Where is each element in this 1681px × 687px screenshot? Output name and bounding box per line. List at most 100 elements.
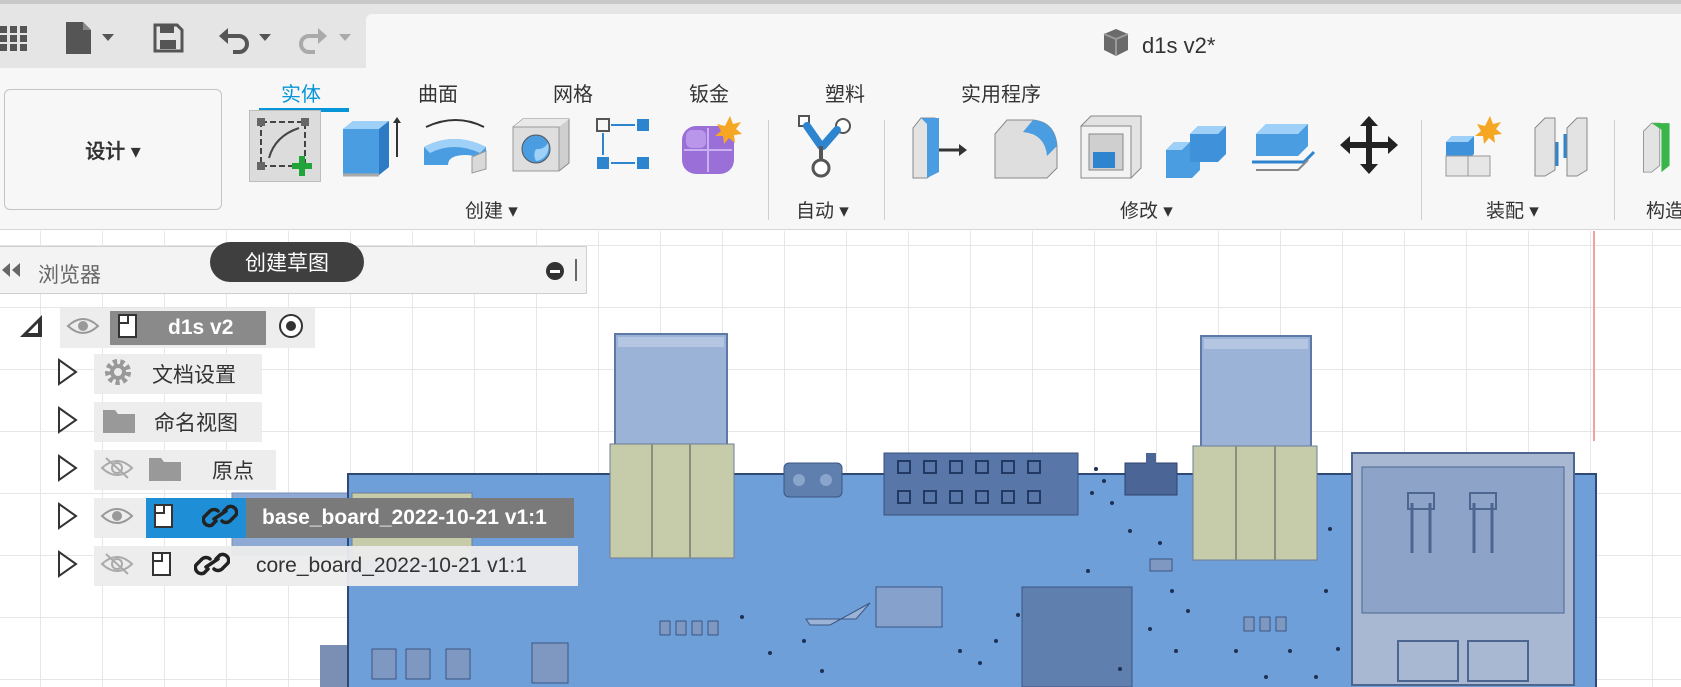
tree-item-label: 命名视图: [154, 412, 238, 435]
extrude-icon: [343, 117, 401, 177]
gear-icon: [102, 356, 134, 393]
tab-plastic[interactable]: 塑料: [825, 78, 865, 107]
link-icon: [193, 549, 231, 584]
panel-resize-handle[interactable]: [575, 259, 577, 281]
toolbar-separator: [1614, 120, 1615, 220]
offset-face-icon: [1252, 124, 1316, 171]
minimize-panel-icon[interactable]: [545, 261, 565, 286]
move-copy-button[interactable]: [1333, 110, 1405, 182]
tree-item-chip[interactable]: 命名视图: [94, 402, 262, 442]
pattern-button[interactable]: [590, 110, 662, 182]
tab-solid[interactable]: 实体: [281, 78, 321, 107]
collapse-panel-icon[interactable]: [0, 261, 22, 284]
tree-item-origin[interactable]: 原点: [56, 450, 276, 490]
tree-root-chip[interactable]: d1s v2: [60, 308, 315, 348]
automate-icon: [798, 115, 851, 178]
tree-item-label: 文档设置: [152, 364, 236, 387]
revolve-icon: [424, 119, 487, 174]
offset-plane-button[interactable]: [1632, 110, 1681, 182]
tab-utilities[interactable]: 实用程序: [961, 78, 1041, 107]
combine-button[interactable]: [1161, 110, 1233, 182]
offset-face-button[interactable]: [1247, 110, 1319, 182]
shell-icon: [1080, 115, 1142, 179]
toolbar-separator: [768, 120, 769, 220]
tree-item-chip[interactable]: 文档设置: [94, 354, 262, 394]
revolve-button[interactable]: [419, 110, 491, 182]
file-menu-icon[interactable]: [62, 16, 120, 60]
shell-button[interactable]: [1075, 110, 1147, 182]
app-bar: d1s v2*: [0, 0, 1681, 72]
press-pull-button[interactable]: [904, 110, 976, 182]
document-title-text: d1s v2*: [1142, 33, 1216, 58]
tree-item-named-views[interactable]: 命名视图: [56, 402, 262, 442]
collapse-triangle-icon[interactable]: [18, 313, 44, 344]
selection-highlight[interactable]: [146, 498, 246, 538]
fillet-button[interactable]: [990, 110, 1062, 182]
offset-plane-icon: [1643, 122, 1670, 173]
browser-title: 浏览器: [38, 264, 101, 287]
tree-item-chip[interactable]: 原点: [94, 450, 276, 490]
automate-button[interactable]: [790, 110, 862, 182]
expand-arrow-icon[interactable]: [56, 453, 80, 488]
tab-surface[interactable]: 曲面: [418, 78, 458, 107]
ribbon-toolbar: 设计 ▾ 实体 曲面 网格 钣金 塑料 实用程序 创建 ▾ 自动 ▾ 修改 ▾ …: [0, 68, 1681, 230]
document-title: d1s v2*: [1100, 28, 1215, 64]
link-icon: [201, 501, 239, 536]
modify-group-label[interactable]: 修改 ▾: [1120, 196, 1173, 223]
tree-item-chip[interactable]: core_board_2022-10-21 v1:1: [94, 546, 578, 586]
expand-arrow-icon[interactable]: [56, 357, 80, 392]
construct-group-label[interactable]: 构造: [1646, 196, 1681, 223]
create-form-icon: [682, 116, 742, 174]
eye-hidden-icon[interactable]: [100, 456, 134, 485]
automate-group-label[interactable]: 自动 ▾: [796, 196, 849, 223]
expand-arrow-icon[interactable]: [56, 501, 80, 536]
hole-button[interactable]: [506, 110, 578, 182]
eye-icon[interactable]: [66, 315, 100, 342]
component-icon: [150, 549, 180, 584]
folder-icon: [148, 454, 182, 487]
undo-icon[interactable]: [217, 16, 277, 60]
toolbar-separator: [884, 120, 885, 220]
tree-item-document-settings[interactable]: 文档设置: [56, 354, 262, 394]
combine-icon: [1166, 126, 1226, 178]
tree-item-chip[interactable]: [94, 498, 146, 538]
joint-button[interactable]: [1526, 110, 1598, 182]
folder-icon: [102, 406, 136, 439]
move-icon: [1340, 116, 1398, 174]
assemble-group-label[interactable]: 装配 ▾: [1486, 196, 1539, 223]
create-sketch-button[interactable]: [249, 110, 321, 182]
save-icon[interactable]: [152, 16, 184, 60]
redo-icon[interactable]: [297, 16, 357, 60]
root-label: d1s v2: [168, 316, 234, 339]
new-component-icon: [1445, 116, 1502, 177]
toolbar-separator: [1421, 120, 1422, 220]
selection-label-highlight[interactable]: base_board_2022-10-21 v1:1: [246, 498, 574, 538]
document-tab[interactable]: [366, 14, 1681, 72]
tree-item-core-board[interactable]: core_board_2022-10-21 v1:1: [56, 546, 578, 586]
create-group-label[interactable]: 创建 ▾: [465, 196, 518, 223]
tab-sheet-metal[interactable]: 钣金: [689, 78, 729, 107]
tab-mesh[interactable]: 网格: [553, 78, 593, 107]
joint-icon: [1534, 117, 1588, 177]
expand-arrow-icon[interactable]: [56, 549, 80, 584]
tree-item-label: base_board_2022-10-21 v1:1: [262, 506, 547, 529]
eye-icon[interactable]: [100, 505, 134, 532]
grid-menu-icon[interactable]: [0, 16, 32, 60]
tree-item-base-board[interactable]: base_board_2022-10-21 v1:1: [56, 498, 574, 538]
activate-radio-icon[interactable]: [278, 313, 304, 344]
fillet-icon: [994, 119, 1058, 179]
pattern-icon: [596, 118, 649, 169]
component-icon: [1100, 28, 1132, 64]
root-label-highlight[interactable]: d1s v2: [110, 311, 266, 345]
new-component-button[interactable]: [1440, 110, 1512, 182]
create-sketch-tooltip: 创建草图: [210, 242, 364, 282]
tree-item-label: 原点: [212, 460, 254, 483]
component-icon: [116, 311, 146, 346]
component-icon: [152, 501, 182, 536]
expand-arrow-icon[interactable]: [56, 405, 80, 440]
workspace-switcher-button[interactable]: 设计 ▾: [4, 89, 222, 210]
extrude-button[interactable]: [336, 110, 408, 182]
tree-root-row[interactable]: d1s v2: [18, 308, 315, 348]
create-form-button[interactable]: [674, 110, 746, 182]
eye-hidden-icon[interactable]: [100, 552, 134, 581]
